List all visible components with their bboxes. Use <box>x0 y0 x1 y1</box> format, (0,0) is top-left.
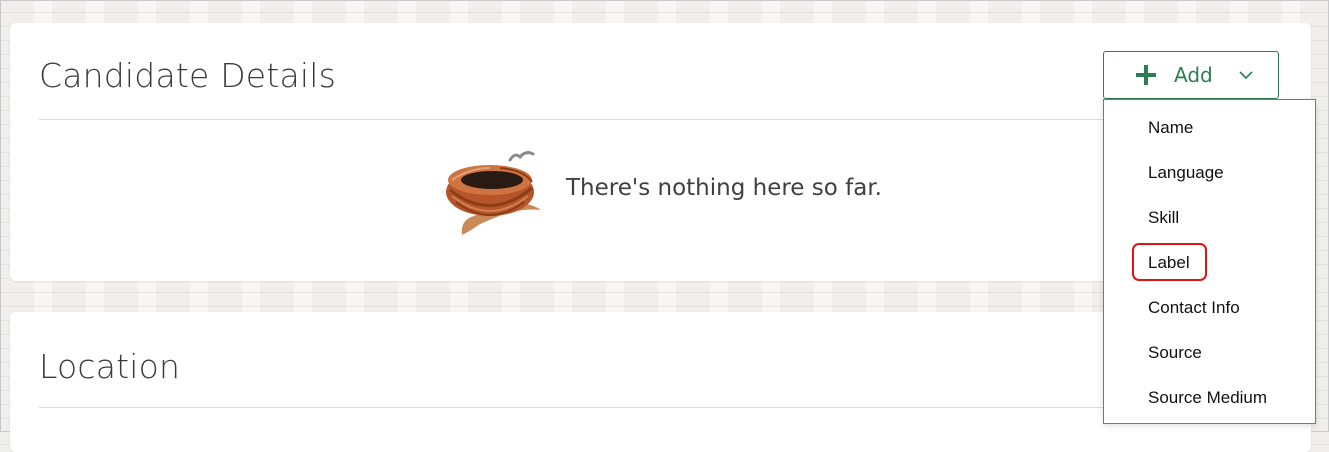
add-dropdown-menu: Name Language Skill Label Contact Info S… <box>1103 99 1316 424</box>
candidate-details-title: Candidate Details <box>39 56 337 95</box>
chevron-down-icon <box>1239 71 1253 80</box>
menu-item-source[interactable]: Source <box>1148 342 1202 364</box>
menu-item-skill[interactable]: Skill <box>1148 207 1179 229</box>
candidate-details-divider <box>39 119 1282 120</box>
location-divider <box>39 407 1282 408</box>
menu-item-contact-info[interactable]: Contact Info <box>1148 297 1240 319</box>
empty-state: There's nothing here so far. <box>440 140 882 236</box>
plus-icon <box>1136 65 1156 85</box>
location-title: Location <box>39 347 181 386</box>
add-button-label: Add <box>1174 63 1213 87</box>
add-button[interactable]: Add <box>1103 51 1279 99</box>
menu-item-source-medium[interactable]: Source Medium <box>1148 387 1267 409</box>
menu-item-name[interactable]: Name <box>1148 117 1193 139</box>
menu-item-label[interactable]: Label <box>1148 252 1190 274</box>
bird-nest-icon <box>446 151 540 235</box>
empty-state-message: There's nothing here so far. <box>566 175 882 201</box>
menu-item-language[interactable]: Language <box>1148 162 1224 184</box>
